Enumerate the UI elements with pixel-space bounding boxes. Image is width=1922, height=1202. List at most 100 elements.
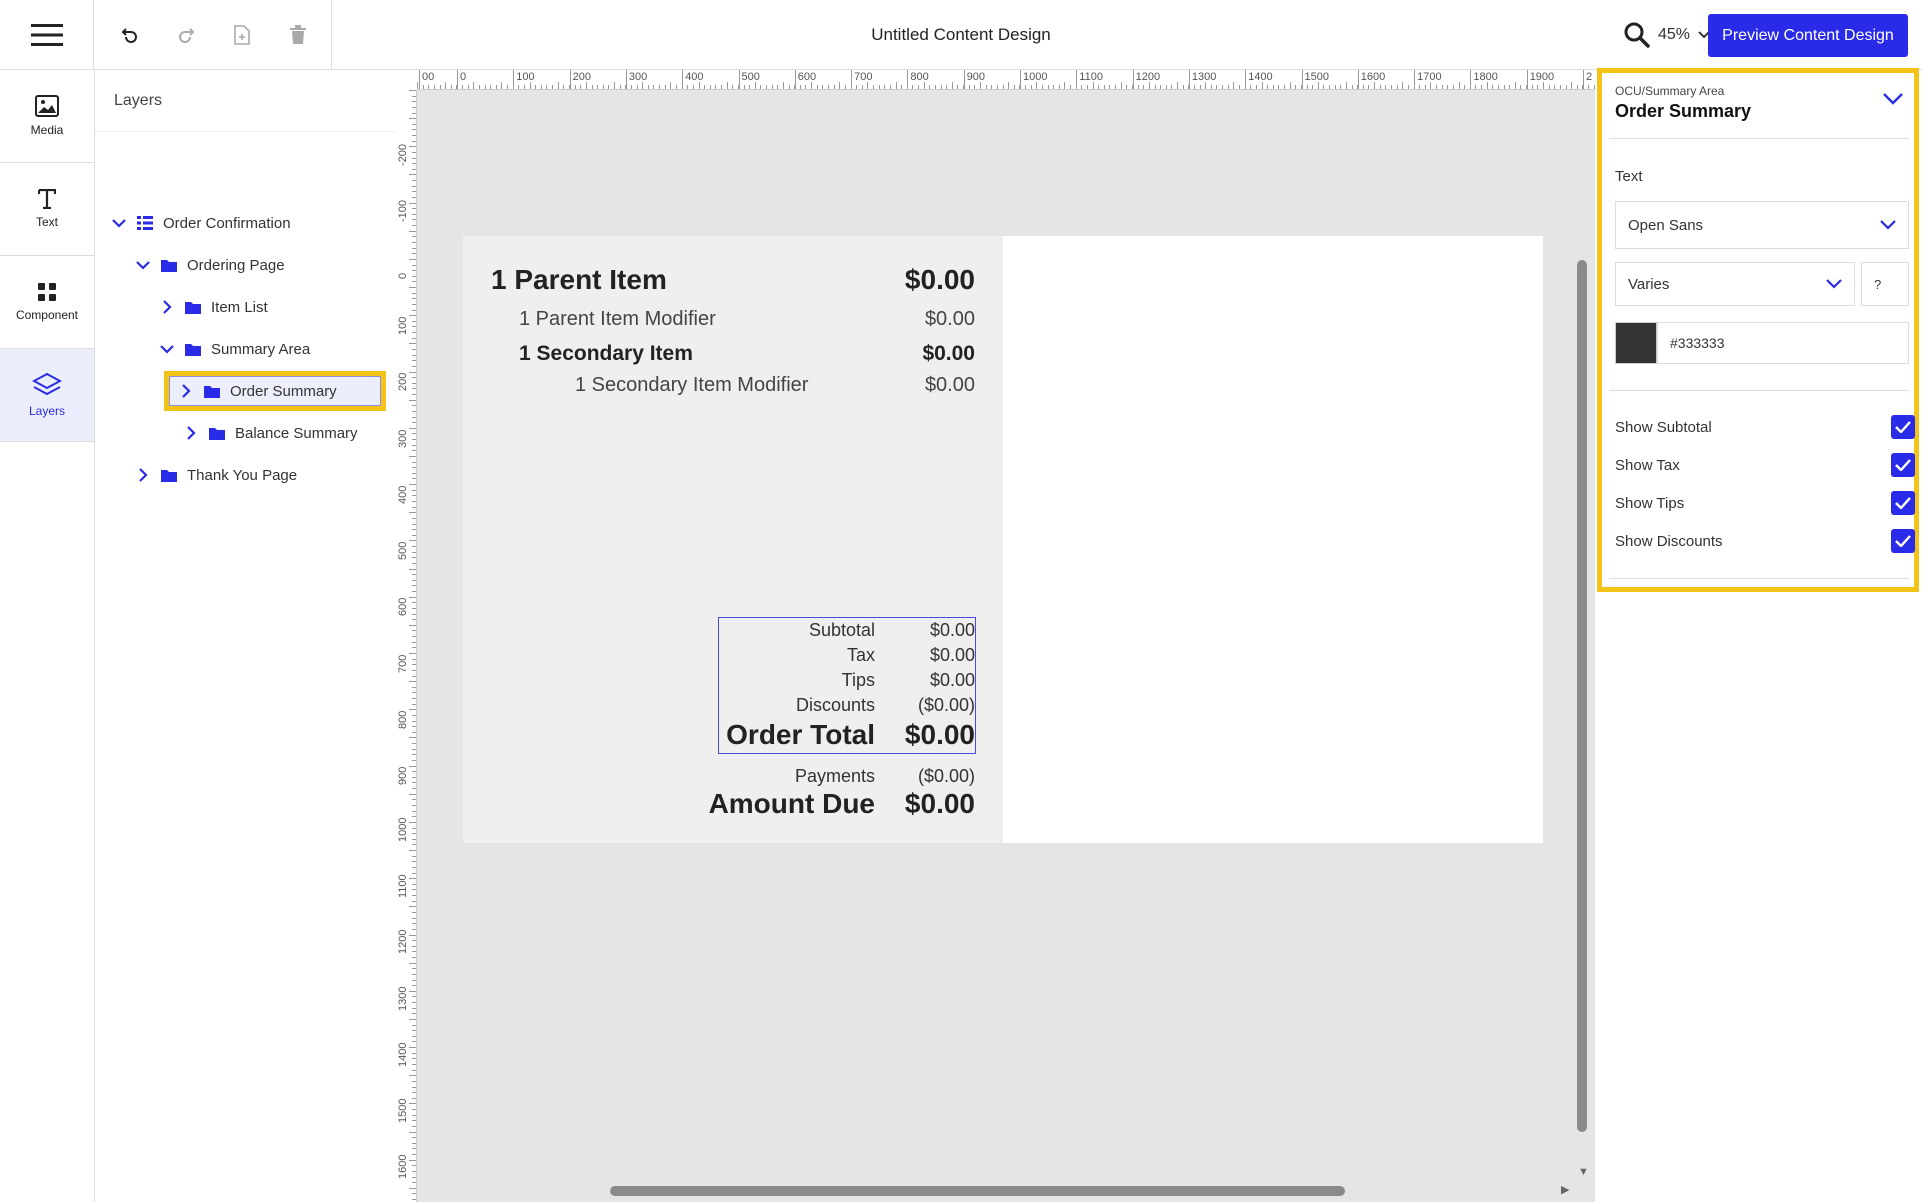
delete-button[interactable]: [284, 21, 312, 49]
color-swatch[interactable]: [1615, 322, 1657, 364]
ruler-minor-tick: [1160, 85, 1162, 89]
ruler-minor-tick: [670, 82, 672, 89]
ruler-minor-tick: [412, 973, 416, 975]
chevron-right-icon[interactable]: [135, 467, 151, 483]
tree-item-thank-you-page[interactable]: Thank You Page: [135, 460, 297, 490]
tree-item-item-list[interactable]: Item List: [159, 292, 268, 322]
ruler-minor-tick: [412, 225, 416, 227]
ruler-tick-label: 1200: [1135, 71, 1161, 83]
tree-item-order-confirmation[interactable]: Order Confirmation: [111, 208, 291, 238]
ruler-minor-tick: [1222, 85, 1224, 89]
parent-item-price: $0.00: [904, 264, 975, 295]
list-icon: [137, 216, 153, 230]
tree-item-order-summary[interactable]: Order Summary: [164, 371, 386, 411]
ruler-minor-tick: [1548, 85, 1550, 89]
ruler-minor-tick: [1447, 85, 1449, 89]
ruler-minor-tick: [412, 135, 416, 137]
design-canvas[interactable]: 00 0 100 200 300 400 500 600 700 800 900 1000 1100 12…: [395, 70, 1595, 1202]
ruler-minor-tick: [409, 850, 416, 852]
ruler-minor-tick: [409, 1103, 416, 1105]
ruler-tick-label: 600: [397, 598, 409, 617]
checkbox-label: Show Discounts: [1615, 532, 1723, 550]
font-weight-select[interactable]: Varies: [1615, 262, 1855, 306]
chevron-down-icon[interactable]: [135, 257, 151, 273]
show-tax-checkbox[interactable]: [1891, 453, 1915, 477]
ruler-minor-tick: [1334, 85, 1336, 89]
undo-icon: [121, 28, 137, 43]
ruler-minor-tick: [412, 861, 416, 863]
chevron-down-icon[interactable]: [111, 215, 127, 231]
ruler-minor-tick: [412, 647, 416, 649]
preview-content-design-button[interactable]: Preview Content Design: [1708, 14, 1908, 57]
secondary-item-label: 1 Secondary Item: [519, 342, 693, 365]
rail-item-layers[interactable]: Layers: [0, 349, 94, 442]
chevron-right-icon[interactable]: [159, 299, 175, 315]
scroll-down-arrow-icon[interactable]: ▼: [1578, 1166, 1589, 1178]
ruler-minor-tick: [417, 82, 418, 89]
rail-item-text[interactable]: Text: [0, 163, 94, 256]
tree-item-balance-summary[interactable]: Balance Summary: [183, 418, 358, 448]
secondary-modifier-label: 1 Secondary Item Modifier: [575, 374, 809, 396]
tree-item-summary-area[interactable]: Summary Area: [159, 334, 310, 364]
ruler-minor-tick: [1300, 85, 1302, 89]
show-discounts-checkbox[interactable]: [1891, 529, 1915, 553]
horizontal-scrollbar[interactable]: [610, 1186, 1345, 1196]
ruler-minor-tick: [1041, 85, 1043, 89]
show-subtotal-checkbox[interactable]: [1891, 415, 1915, 439]
ruler-minor-tick: [412, 1148, 416, 1150]
show-tips-checkbox[interactable]: [1891, 491, 1915, 515]
ruler-minor-tick: [1047, 85, 1049, 89]
undo-button[interactable]: [116, 21, 144, 49]
properties-breadcrumb: OCU/Summary Area: [1615, 84, 1725, 98]
redo-button[interactable]: [172, 21, 200, 49]
ruler-minor-tick: [1531, 85, 1533, 89]
ruler-minor-tick: [1177, 82, 1179, 89]
secondary-item-price: $0.00: [922, 342, 975, 365]
artboard[interactable]: 1 Parent Item $0.00 1 Parent Item Modifi…: [463, 236, 1543, 843]
vertical-scrollbar[interactable]: [1577, 260, 1587, 1132]
collapse-button[interactable]: [1883, 92, 1903, 110]
font-size-input[interactable]: ?: [1861, 262, 1909, 306]
scroll-right-arrow-icon[interactable]: ▶: [1561, 1183, 1569, 1196]
ruler-tick-label: 0: [397, 272, 409, 279]
folder-icon: [161, 259, 177, 272]
duplicate-button[interactable]: [228, 21, 256, 49]
ruler-minor-tick: [412, 1080, 416, 1082]
ruler-minor-tick: [412, 686, 416, 688]
ruler-minor-tick: [1053, 85, 1055, 89]
zoom-dropdown[interactable]: 45%: [1658, 26, 1710, 44]
show-tax-row[interactable]: Show Tax: [1615, 452, 1915, 478]
ruler-minor-tick: [409, 1131, 416, 1133]
tree-item-ordering-page[interactable]: Ordering Page: [135, 250, 285, 280]
color-hex-input[interactable]: #333333: [1657, 322, 1909, 364]
font-family-value: Open Sans: [1628, 216, 1704, 234]
show-subtotal-row[interactable]: Show Subtotal: [1615, 414, 1915, 440]
chevron-right-icon[interactable]: [183, 425, 199, 441]
ruler-tick-label: 00: [422, 71, 435, 83]
show-tips-row[interactable]: Show Tips: [1615, 490, 1915, 516]
selection-box[interactable]: [718, 617, 976, 754]
redo-icon: [179, 28, 195, 43]
show-discounts-row[interactable]: Show Discounts: [1615, 528, 1915, 554]
ruler-tick-label: 500: [397, 541, 409, 561]
receipt-preview[interactable]: 1 Parent Item $0.00 1 Parent Item Modifi…: [463, 236, 1003, 843]
ruler-minor-tick: [412, 1097, 416, 1099]
ruler-minor-tick: [1402, 82, 1404, 89]
ruler-minor-tick: [1329, 85, 1331, 89]
ruler-minor-tick: [412, 805, 416, 806]
font-family-select[interactable]: Open Sans: [1615, 201, 1909, 249]
ruler-minor-tick: [1407, 85, 1409, 89]
ruler-minor-tick: [412, 799, 416, 801]
chevron-down-icon[interactable]: [159, 341, 175, 357]
ruler-tick-label: 500: [741, 71, 760, 83]
ruler-minor-tick: [409, 455, 416, 457]
search-icon[interactable]: [1624, 22, 1650, 48]
ruler-tick-label: 300: [628, 71, 648, 83]
rail-item-component[interactable]: Component: [0, 256, 94, 349]
document-title[interactable]: Untitled Content Design: [871, 25, 1051, 45]
top-bar: Untitled Content Design 45% Preview Cont…: [0, 0, 1922, 70]
ruler-minor-tick: [816, 85, 818, 89]
chevron-right-icon[interactable]: [178, 383, 194, 399]
hamburger-menu-button[interactable]: [0, 0, 94, 70]
rail-item-media[interactable]: Media: [0, 70, 94, 163]
